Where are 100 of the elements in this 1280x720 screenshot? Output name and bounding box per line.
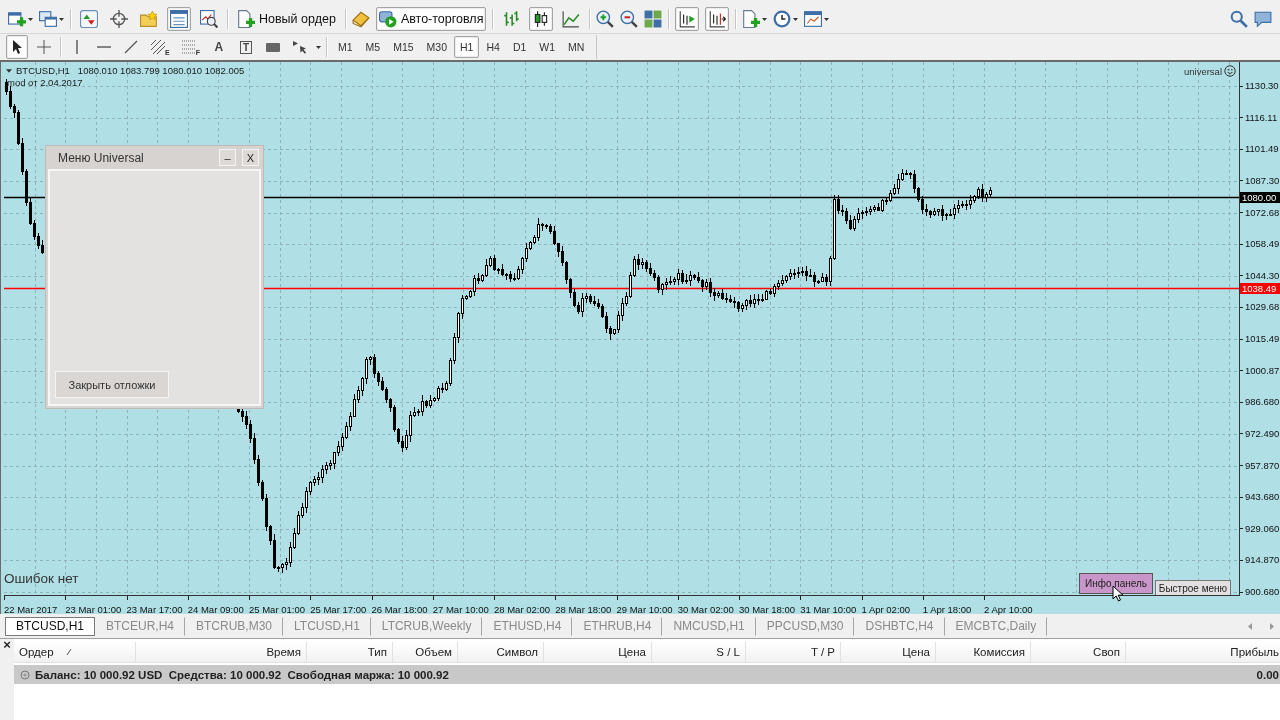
price-label: 914.870 — [1245, 554, 1280, 566]
column-header[interactable]: Тип — [307, 642, 393, 662]
line-chart-icon — [562, 10, 581, 28]
info-panel-button[interactable]: Инфо панель — [1079, 573, 1153, 594]
chart-type-button[interactable] — [529, 7, 554, 31]
quick-menu-button[interactable]: Быстрое меню — [1155, 580, 1231, 595]
time-label: 31 Mar 10:00 — [800, 604, 857, 615]
chart-arrow-icon — [678, 10, 697, 28]
column-header[interactable]: Время — [136, 642, 307, 662]
price-label: 1029.68 — [1245, 301, 1280, 313]
windows-icon[interactable] — [39, 10, 57, 28]
time-label: 29 Mar 10:00 — [616, 604, 673, 615]
pointer-tool-button[interactable] — [6, 35, 28, 59]
tile-windows-icon[interactable] — [644, 10, 663, 28]
price-label: 957.870 — [1245, 459, 1280, 471]
column-header[interactable]: Цена — [544, 642, 652, 662]
time-label: 27 Mar 10:00 — [432, 604, 489, 615]
play-circle-icon — [378, 10, 397, 28]
chart-symbol: BTCUSD,H1 — [16, 65, 70, 76]
caret-icon[interactable] — [762, 17, 768, 21]
search-icon[interactable] — [1230, 10, 1248, 28]
time-label: 28 Mar 02:00 — [494, 604, 550, 615]
close-button[interactable]: X — [242, 149, 259, 166]
timeframe-button[interactable]: H1 — [454, 36, 480, 58]
arrows-box-icon — [80, 10, 98, 28]
clock-icon[interactable] — [773, 10, 792, 28]
autoscroll-button[interactable] — [675, 7, 700, 31]
ohlc-values: 1080.010 1083.799 1080.010 1082.005 — [77, 65, 245, 76]
price-label: 1130.30 — [1245, 80, 1279, 91]
toolbar-button[interactable] — [77, 7, 101, 31]
column-header[interactable]: T / P — [746, 642, 841, 662]
price-label: 929.060 — [1245, 522, 1280, 534]
column-header[interactable]: S / L — [652, 642, 746, 662]
minimize-button[interactable]: – — [219, 149, 236, 166]
page-plus-icon[interactable] — [742, 10, 761, 28]
price-tag: 1038.49 — [1240, 283, 1280, 294]
column-header[interactable]: Своп — [1031, 642, 1126, 662]
crosshair-icon — [110, 10, 128, 28]
caret-icon[interactable] — [315, 45, 321, 49]
price-label: 1015.49 — [1245, 333, 1280, 344]
bar-chart-icon — [502, 10, 521, 28]
rectangle-icon — [265, 42, 280, 52]
price-label: 1000.87 — [1245, 364, 1280, 376]
caret-icon[interactable] — [6, 68, 12, 73]
price-label: 972.490 — [1245, 427, 1280, 439]
text-button[interactable]: A — [207, 35, 230, 59]
caret-icon[interactable] — [793, 17, 799, 21]
toolbar-button[interactable] — [107, 7, 131, 31]
timeframe-button[interactable]: H4 — [480, 36, 506, 58]
auto-trading-button[interactable]: Авто-торговля — [375, 7, 487, 31]
chart-window-icon[interactable] — [804, 10, 823, 28]
close-button[interactable]: × — [3, 639, 11, 651]
caret-icon[interactable] — [59, 17, 64, 21]
new-order-button[interactable]: Новый ордер — [234, 7, 339, 31]
timeframe-button[interactable]: D1 — [506, 36, 533, 58]
time-label: 1 Apr 02:00 — [861, 604, 911, 615]
zoom-out-icon[interactable] — [620, 10, 639, 28]
price-label: 1072.68 — [1245, 206, 1280, 218]
timeframe-button[interactable]: M1 — [331, 36, 359, 58]
expert-name: universal — [1183, 65, 1222, 77]
price-label: 986.680 — [1245, 396, 1280, 408]
book-icon[interactable] — [351, 10, 370, 28]
caret-icon[interactable] — [28, 17, 33, 21]
speech-bubble-icon[interactable] — [1254, 10, 1272, 28]
time-label: 28 Mar 18:00 — [555, 604, 612, 615]
caret-icon[interactable] — [824, 17, 830, 21]
toolbar-button[interactable] — [197, 7, 221, 31]
page-plus-icon — [237, 10, 255, 28]
price-label: 1101.49 — [1245, 143, 1279, 155]
price-label: 900.680 — [1245, 586, 1280, 597]
column-header[interactable]: Цена — [841, 642, 936, 662]
timeframe-button[interactable]: W1 — [533, 36, 562, 58]
timeframe-button[interactable]: M30 — [420, 36, 453, 58]
zoom-in-icon[interactable] — [596, 10, 615, 28]
timeframe-button[interactable]: M5 — [359, 36, 387, 58]
time-label: 26 Mar 18:00 — [371, 604, 428, 615]
chart-shift-button[interactable] — [705, 7, 730, 31]
text-label-button[interactable]: T — [234, 35, 257, 59]
column-header[interactable]: Прибыль — [1126, 642, 1280, 662]
chart-tab[interactable]: BTCUSD,H1 — [5, 616, 95, 636]
smiley-icon — [1224, 65, 1236, 77]
column-header[interactable]: Объем — [393, 642, 458, 662]
column-header[interactable]: Ордер — [14, 642, 136, 662]
timeframe-button[interactable]: M15 — [387, 36, 420, 58]
timeframe-button[interactable]: MN — [562, 36, 591, 58]
price-label: 943.680 — [1245, 491, 1280, 503]
toolbar-button[interactable] — [167, 7, 191, 31]
time-label: 24 Mar 09:00 — [187, 604, 244, 615]
chart-comment: mod от 2.04.2017 — [7, 77, 83, 88]
status-text: Ошибок нет — [4, 571, 79, 586]
crosshair-icon — [36, 39, 52, 55]
close-pending-button[interactable]: Закрыть отложки — [55, 371, 169, 398]
column-header[interactable]: Комиссия — [936, 642, 1031, 662]
column-header[interactable]: Символ — [458, 642, 544, 662]
vertical-line-icon — [76, 40, 78, 54]
time-label: 25 Mar 01:00 — [249, 604, 305, 615]
time-label: 25 Mar 17:00 — [310, 604, 367, 615]
price-label: 1087.30 — [1245, 174, 1280, 186]
window-magnifier-icon — [200, 10, 218, 28]
window-plus-icon[interactable] — [8, 10, 26, 28]
